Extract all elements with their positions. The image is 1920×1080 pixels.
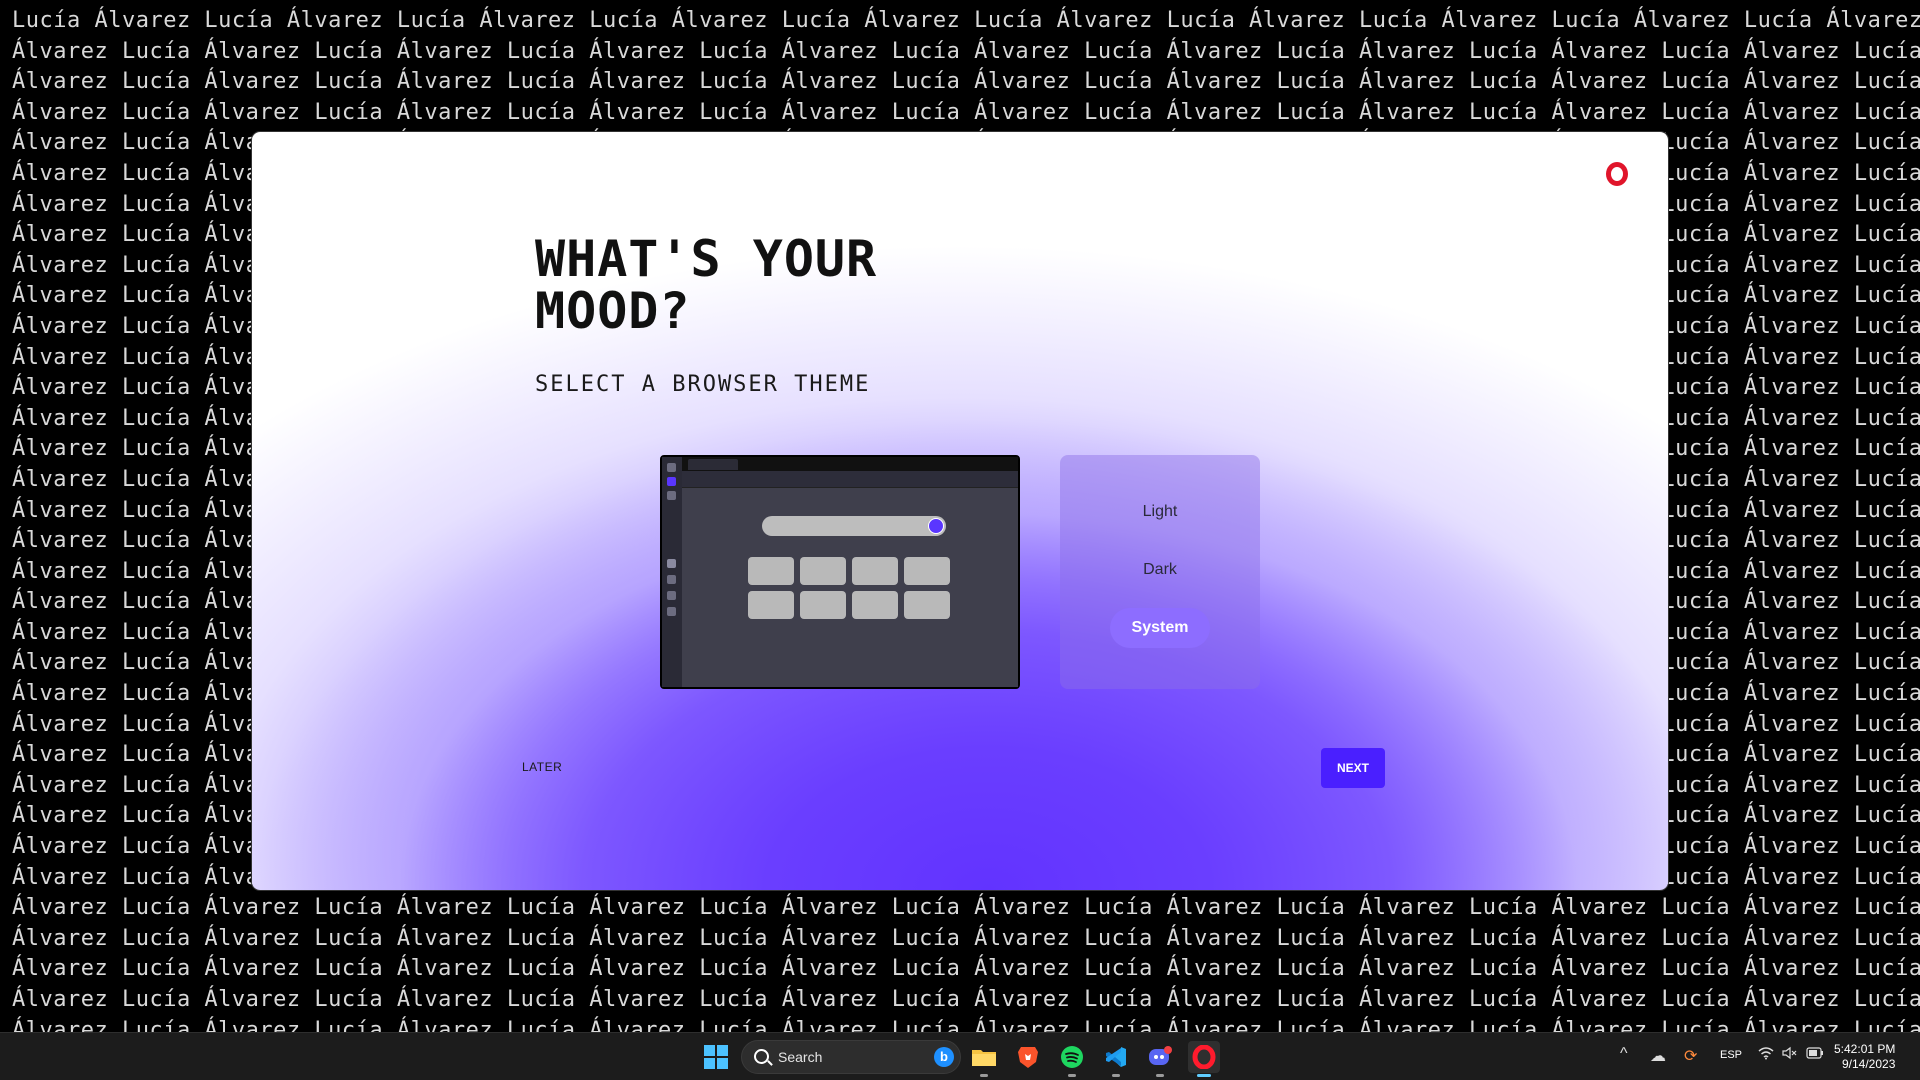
theme-option-light[interactable]: Light — [1110, 492, 1210, 532]
windows-logo-icon — [717, 1045, 728, 1056]
preview-tile — [852, 557, 898, 585]
wallpaper-text-line: Álvarez Lucía Álvarez Lucía Álvarez Lucí… — [12, 987, 1920, 1012]
running-indicator — [980, 1074, 988, 1077]
preview-tile — [800, 591, 846, 619]
wallpaper-text-line: Álvarez Lucía Álvarez Lucía Álvarez Lucí… — [12, 1017, 1920, 1032]
preview-sidebar-icon — [667, 607, 676, 616]
start-button[interactable] — [704, 1045, 728, 1069]
preview-tile — [904, 591, 950, 619]
wallpaper-text-line: Álvarez Lucía Álvarez Lucía Álvarez Lucí… — [12, 956, 1920, 982]
theme-option-dark[interactable]: Dark — [1110, 550, 1210, 590]
vscode-icon[interactable] — [1100, 1041, 1132, 1077]
windows-logo-icon — [704, 1058, 715, 1069]
preview-tile — [748, 557, 794, 585]
wallpaper-text-line: Álvarez Lucía Álvarez Lucía Álvarez Lucí… — [12, 38, 1920, 64]
preview-tile — [852, 591, 898, 619]
spotify-icon[interactable] — [1056, 1041, 1088, 1077]
wallpaper-text-line: Álvarez Lucía Álvarez Lucía Álvarez Lucí… — [12, 69, 1920, 95]
running-indicator — [1068, 1074, 1076, 1077]
wifi-icon[interactable] — [1758, 1046, 1774, 1065]
show-hidden-icons-chevron-icon[interactable]: ^ — [1620, 1045, 1628, 1063]
theme-option-system[interactable]: System — [1110, 608, 1210, 648]
clock-time: 5:42:01 PM — [1834, 1042, 1896, 1056]
later-button[interactable]: LATER — [522, 752, 582, 782]
clock-date: 9/14/2023 — [1841, 1057, 1896, 1071]
sync-icon[interactable]: ⟳ — [1684, 1046, 1697, 1066]
taskbar-search-box[interactable]: Search b — [741, 1040, 961, 1074]
opera-logo-icon — [1606, 162, 1628, 186]
preview-sidebar-icon — [667, 477, 676, 486]
preview-sidebar — [662, 457, 682, 687]
battery-icon[interactable] — [1806, 1046, 1824, 1064]
file-explorer-icon[interactable] — [968, 1041, 1000, 1077]
preview-address-bar — [682, 471, 1018, 488]
opera-taskbar-icon[interactable] — [1188, 1041, 1220, 1077]
windows-logo-icon — [717, 1058, 728, 1069]
running-indicator — [1112, 1074, 1120, 1077]
preview-tab — [688, 459, 738, 470]
preview-tabbar — [682, 457, 1018, 471]
preview-sidebar-icon — [667, 575, 676, 584]
preview-search-bar — [762, 516, 946, 536]
wallpaper-text-line: Álvarez Lucía Álvarez Lucía Álvarez Lucí… — [12, 895, 1920, 921]
page-title: WHAT'S YOUR MOOD? — [535, 230, 878, 340]
preview-sidebar-icon — [667, 463, 676, 472]
system-clock[interactable]: 5:42:01 PM 9/14/2023 — [1834, 1042, 1895, 1072]
discord-icon[interactable] — [1144, 1041, 1176, 1077]
theme-options-panel: Light Dark System — [1060, 455, 1260, 689]
wallpaper-text-line: Álvarez Lucía Álvarez Lucía Álvarez Lucí… — [12, 99, 1920, 125]
preview-sidebar-icon — [667, 491, 676, 500]
windows-logo-icon — [704, 1045, 715, 1056]
search-placeholder: Search — [778, 1049, 823, 1065]
preview-tile — [800, 557, 846, 585]
onedrive-cloud-icon[interactable]: ☁ — [1650, 1046, 1666, 1066]
theme-preview — [660, 455, 1020, 689]
preview-sidebar-icon — [667, 591, 676, 600]
preview-sidebar-icon — [667, 559, 676, 568]
bing-icon[interactable]: b — [934, 1047, 954, 1067]
next-button[interactable]: NEXT — [1321, 748, 1385, 788]
opera-onboarding-window: WHAT'S YOUR MOOD? SELECT A BROWSER THEME — [252, 132, 1668, 890]
wallpaper-text-line: Álvarez Lucía Álvarez Lucía Álvarez Lucí… — [12, 925, 1920, 951]
speaker-muted-icon[interactable] — [1782, 1046, 1798, 1065]
preview-search-icon — [928, 518, 944, 534]
brave-icon[interactable] — [1012, 1041, 1044, 1073]
language-indicator[interactable]: ESP — [1720, 1049, 1742, 1061]
search-icon — [754, 1049, 769, 1064]
taskbar: Search b ^ ☁ ⟳ ESP 5:42:01 PM 9/14/2023 — [0, 1032, 1920, 1080]
page-subtitle: SELECT A BROWSER THEME — [535, 372, 871, 397]
preview-tile — [904, 557, 950, 585]
wallpaper-text-line: Lucía Álvarez Lucía Álvarez Lucía Álvare… — [12, 8, 1920, 33]
active-indicator — [1197, 1074, 1211, 1077]
running-indicator — [1156, 1074, 1164, 1077]
preview-speed-dial — [682, 488, 1018, 687]
preview-tile — [748, 591, 794, 619]
